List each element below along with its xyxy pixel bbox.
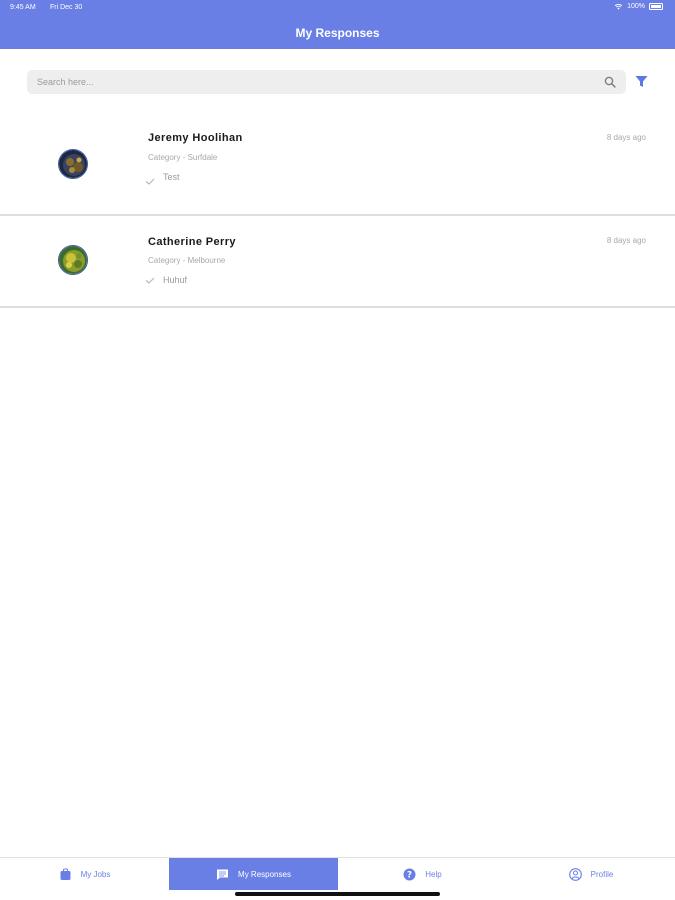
- response-time: 8 days ago: [606, 236, 646, 245]
- tab-my-responses[interactable]: My Responses: [169, 858, 338, 890]
- battery-icon: [649, 3, 663, 10]
- svg-text:?: ?: [407, 870, 412, 880]
- avatar: [58, 245, 88, 275]
- help-icon: ?: [403, 868, 416, 880]
- avatar-image: [59, 150, 87, 178]
- check-icon: [145, 277, 155, 284]
- response-category: Category - Surfdale: [148, 153, 218, 162]
- tab-my-jobs[interactable]: My Jobs: [0, 858, 169, 890]
- search-bar: [27, 70, 626, 94]
- responder-name: Catherine Perry: [148, 236, 236, 248]
- profile-icon: [568, 867, 582, 881]
- search-icon[interactable]: [604, 76, 616, 88]
- status-date: Fri Dec 30: [50, 4, 83, 11]
- tab-profile[interactable]: Profile: [507, 858, 675, 890]
- response-time: 8 days ago: [606, 133, 646, 142]
- tab-label: Help: [425, 869, 442, 879]
- tab-label: Profile: [590, 869, 614, 879]
- filter-icon[interactable]: [635, 75, 648, 88]
- wifi-icon: [614, 3, 623, 10]
- responder-name: Jeremy Hoolihan: [148, 132, 243, 144]
- page-title: My Responses: [295, 26, 380, 40]
- status-time: 9:45 AM: [10, 4, 36, 11]
- response-category: Category - Melbourne: [148, 256, 226, 265]
- status-indicators: 100%: [614, 3, 663, 10]
- response-item[interactable]: Catherine Perry Category - Melbourne Huh…: [0, 217, 675, 308]
- briefcase-icon: [60, 868, 71, 880]
- response-message: Test: [163, 172, 180, 182]
- home-indicator: [235, 892, 440, 896]
- check-icon: [145, 178, 155, 185]
- response-message: Huhuf: [163, 275, 188, 285]
- avatar-image: [59, 246, 87, 274]
- search-input[interactable]: [37, 70, 597, 94]
- tab-label: My Responses: [238, 869, 291, 879]
- battery-percent: 100%: [627, 3, 645, 10]
- status-bar: 9:45 AM Fri Dec 30 100%: [0, 0, 675, 16]
- app-header: 9:45 AM Fri Dec 30 100% My Responses: [0, 0, 675, 49]
- my-responses-screen: 9:45 AM Fri Dec 30 100% My Responses Sea…: [0, 0, 675, 900]
- avatar: [58, 149, 88, 179]
- tab-label: My Jobs: [80, 869, 111, 879]
- chat-icon: [217, 869, 229, 880]
- response-item[interactable]: Jeremy Hoolihan Category - Surfdale Test…: [0, 113, 675, 216]
- tab-help[interactable]: ? Help: [338, 858, 507, 890]
